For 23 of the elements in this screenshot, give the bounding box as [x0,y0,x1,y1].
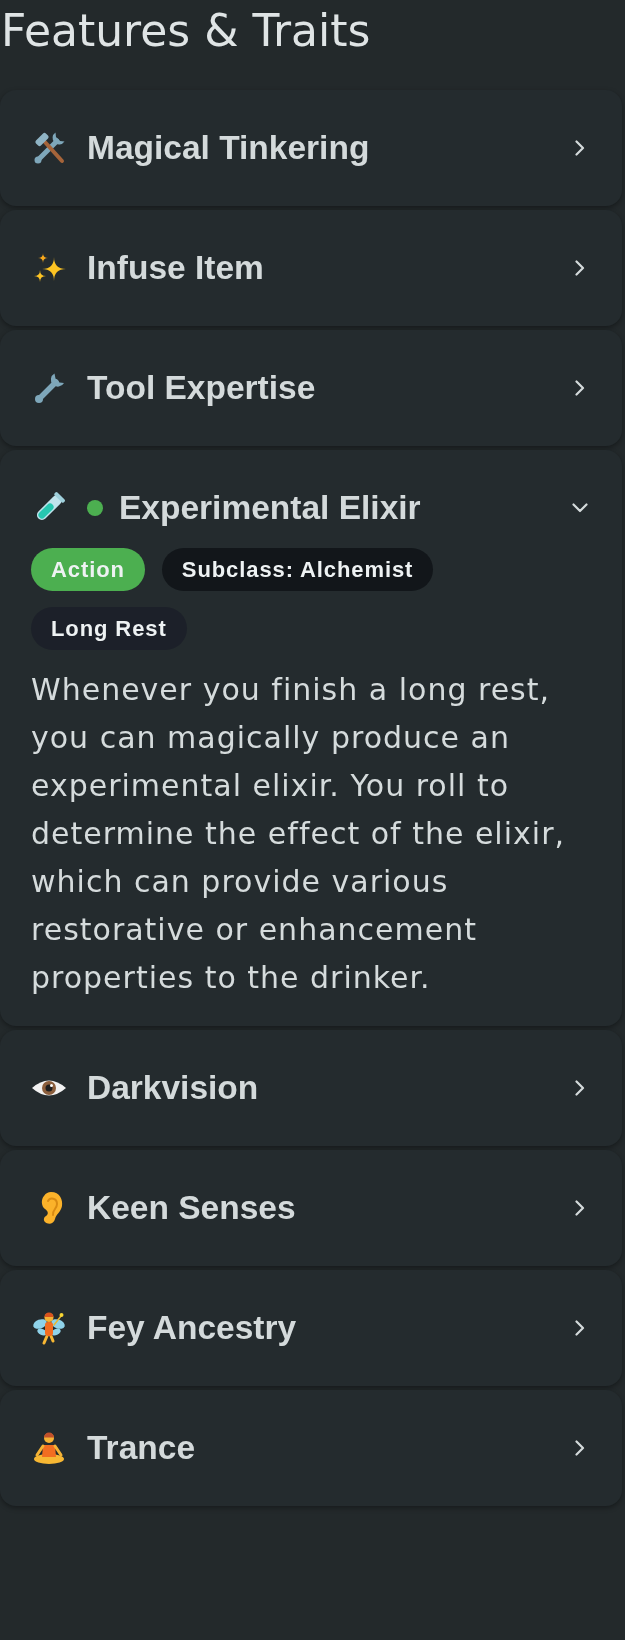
feature-title: Keen Senses [87,1190,296,1226]
feature-title: Trance [87,1430,195,1466]
fairy-icon [31,1310,67,1346]
tag-badge: Long Rest [31,607,187,650]
feature-card[interactable]: Fey Ancestry [0,1270,622,1386]
feature-title: Magical Tinkering [87,130,370,166]
feature-title: Experimental Elixir [119,490,421,526]
feature-title: Fey Ancestry [87,1310,297,1346]
tag-badge: Action [31,548,145,591]
feature-card[interactable]: Magical Tinkering [0,90,622,206]
feature-card[interactable]: Darkvision [0,1030,622,1146]
feature-card[interactable]: Trance [0,1390,622,1506]
meditating-person-icon [31,1430,67,1466]
feature-card[interactable]: Tool Expertise [0,330,622,446]
feature-card[interactable]: Keen Senses [0,1150,622,1266]
section-title: Features & Traits [0,4,371,57]
feature-title: Infuse Item [87,250,264,286]
feature-card[interactable] [0,450,622,1026]
feature-description: Whenever you finish a long rest, you can magically produce an experimental elixir. You roll to determine the effect of the elixir, which can provide various restorative or enhancement properties to the drinker. [31,671,566,997]
feature-title: Tool Expertise [87,370,316,406]
feature-card[interactable]: Infuse Item [0,210,622,326]
feature-title: Darkvision [87,1070,259,1106]
tag-badge: Subclass: Alchemist [161,548,434,591]
